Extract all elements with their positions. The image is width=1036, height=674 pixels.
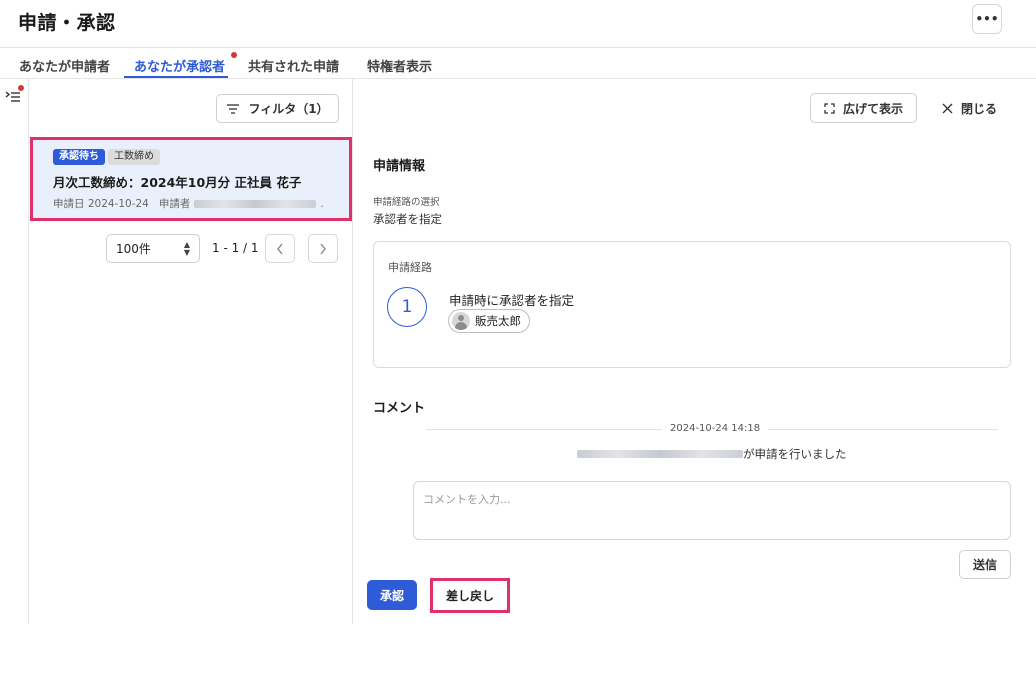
redacted-name bbox=[577, 450, 743, 458]
route-label: 申請経路 bbox=[388, 261, 432, 274]
route-selection-label: 申請経路の選択 bbox=[373, 197, 440, 208]
applicant-field: 申請者 . bbox=[159, 196, 324, 211]
per-page-select[interactable]: 100件 ▲ ▼ bbox=[106, 234, 200, 263]
expand-panel-icon[interactable] bbox=[5, 90, 21, 104]
per-page-value: 100件 bbox=[116, 242, 151, 256]
approver-chip: 販売太郎 bbox=[448, 309, 530, 333]
next-page-button[interactable] bbox=[308, 234, 338, 263]
request-date: 申請日 2024-10-24 bbox=[53, 198, 149, 210]
chevron-right-icon bbox=[320, 243, 326, 254]
request-info-title: 申請情報 bbox=[373, 159, 426, 174]
request-list-item[interactable]: 承認待ち 工数締め 月次工数締め：2024年10月分 正社員 花子 申請日 20… bbox=[30, 137, 352, 221]
tab-as-approver[interactable]: あなたが承認者 bbox=[134, 56, 225, 75]
active-tab-indicator bbox=[124, 76, 228, 78]
comment-title: コメント bbox=[373, 401, 426, 416]
prev-page-button[interactable] bbox=[265, 234, 295, 263]
close-icon bbox=[942, 103, 953, 113]
expand-icon bbox=[824, 102, 835, 114]
tab-as-applicant[interactable]: あなたが申請者 bbox=[19, 56, 110, 75]
filter-label: フィルタ（1） bbox=[248, 102, 329, 116]
step-number: 1 bbox=[387, 287, 427, 327]
expand-view-button[interactable]: 広げて表示 bbox=[810, 93, 917, 123]
chevron-left-icon bbox=[277, 243, 283, 254]
request-meta: 申請日 2024-10-24 申請者 . bbox=[53, 196, 324, 211]
tab-bar: あなたが申請者 あなたが承認者 共有された申請 特権者表示 bbox=[0, 48, 1036, 79]
notification-dot bbox=[18, 85, 24, 91]
approver-name: 販売太郎 bbox=[475, 314, 521, 328]
page-header: 申請・承認 ••• bbox=[0, 0, 1036, 48]
side-rail bbox=[0, 79, 29, 624]
comment-input[interactable] bbox=[413, 481, 1011, 540]
notification-dot bbox=[231, 52, 237, 58]
category-badge: 工数締め bbox=[108, 149, 160, 165]
filter-button[interactable]: フィルタ（1） bbox=[216, 94, 339, 123]
approve-button[interactable]: 承認 bbox=[367, 580, 417, 610]
select-arrows-icon: ▲ ▼ bbox=[183, 239, 190, 257]
filter-icon bbox=[227, 103, 240, 114]
redacted-name bbox=[194, 199, 317, 208]
comment-message: が申請を行いました bbox=[743, 447, 847, 461]
expand-label: 広げて表示 bbox=[842, 101, 903, 116]
more-icon: ••• bbox=[975, 12, 999, 26]
close-button[interactable]: 閉じる bbox=[942, 93, 997, 123]
return-button[interactable]: 差し戻し bbox=[430, 578, 510, 613]
status-badge: 承認待ち bbox=[53, 149, 105, 165]
applicant-suffix: . bbox=[320, 197, 324, 210]
request-title: 月次工数締め：2024年10月分 正社員 花子 bbox=[53, 175, 302, 190]
tab-shared[interactable]: 共有された申請 bbox=[248, 56, 339, 75]
comment-timestamp: 2024-10-24 14:18 bbox=[662, 423, 769, 434]
route-box: 申請経路 1 申請時に承認者を指定 販売太郎 bbox=[373, 241, 1011, 368]
more-options-button[interactable]: ••• bbox=[972, 4, 1002, 34]
step-description: 申請時に承認者を指定 bbox=[449, 293, 575, 308]
avatar bbox=[452, 312, 470, 330]
tab-privileged-view[interactable]: 特権者表示 bbox=[367, 56, 432, 75]
comment-entry: が申請を行いました bbox=[577, 446, 847, 462]
applicant-label: 申請者 bbox=[158, 198, 191, 210]
send-button[interactable]: 送信 bbox=[959, 550, 1011, 579]
page-range: 1 - 1 / 1 bbox=[212, 241, 259, 255]
route-selection-value: 承認者を指定 bbox=[373, 212, 442, 226]
page-title: 申請・承認 bbox=[18, 12, 116, 34]
close-label: 閉じる bbox=[961, 101, 998, 116]
